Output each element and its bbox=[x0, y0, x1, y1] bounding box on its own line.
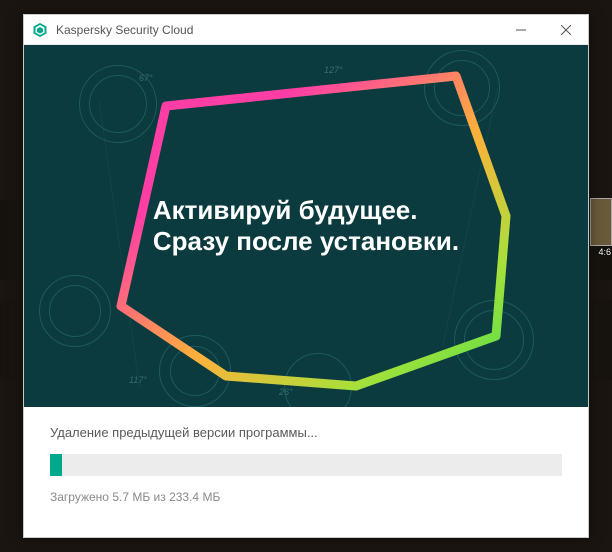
status-text: Удаление предыдущей версии программы... bbox=[50, 425, 562, 440]
hero-banner: 67° 127° 117° 26° Активируй будущее. Сра… bbox=[24, 45, 588, 407]
progress-fill bbox=[50, 454, 62, 476]
total-amount: 233.4 МБ bbox=[169, 490, 220, 504]
kaspersky-logo-icon bbox=[32, 22, 48, 38]
minimize-button[interactable] bbox=[498, 15, 543, 44]
desktop-thumbnail: 4:6 bbox=[590, 198, 612, 246]
headline-line1: Активируй будущее. bbox=[153, 195, 459, 226]
thumbnail-label: 4:6 bbox=[598, 247, 611, 257]
headline-line2: Сразу после установки. bbox=[153, 226, 459, 257]
close-button[interactable] bbox=[543, 15, 588, 44]
hero-headline: Активируй будущее. Сразу после установки… bbox=[153, 195, 459, 257]
downloaded-amount: 5.7 МБ bbox=[112, 490, 150, 504]
installer-window: Kaspersky Security Cloud bbox=[23, 14, 589, 538]
download-text: Загружено 5.7 МБ из 233.4 МБ bbox=[50, 490, 562, 504]
progress-bar bbox=[50, 454, 562, 476]
titlebar[interactable]: Kaspersky Security Cloud bbox=[24, 15, 588, 45]
window-title: Kaspersky Security Cloud bbox=[56, 23, 498, 37]
progress-section: Удаление предыдущей версии программы... … bbox=[24, 407, 588, 504]
